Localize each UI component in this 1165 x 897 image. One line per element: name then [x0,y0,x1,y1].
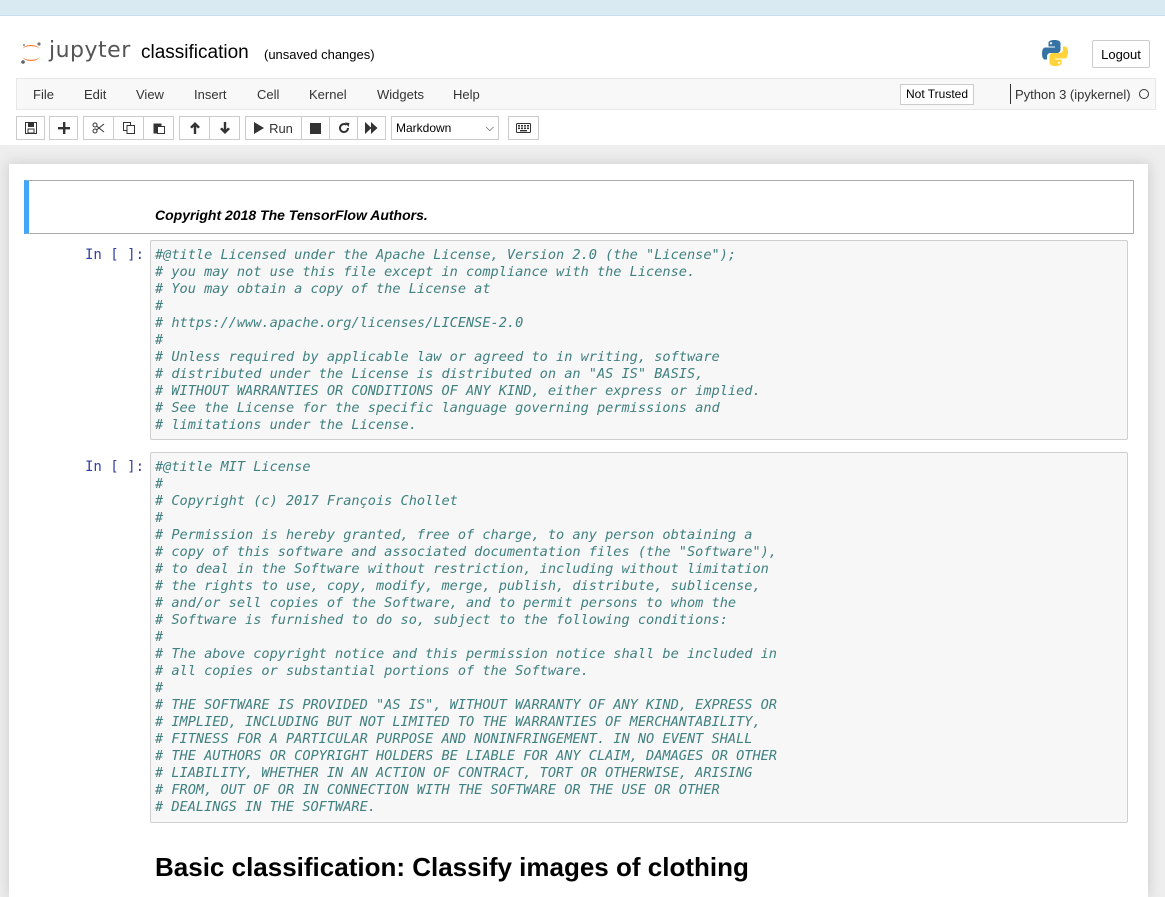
code-line: # [155,680,164,696]
menu-view[interactable]: View [136,87,164,102]
copy-icon [122,122,135,134]
code-line: #@title Licensed under the Apache Licens… [155,247,737,263]
menu-widgets[interactable]: Widgets [377,87,424,102]
code-line: # copy of this software and associated d… [155,544,777,560]
input-prompt: In [ ]: [85,459,145,475]
code-line: # DEALINGS IN THE SOFTWARE. [155,799,376,815]
save-button[interactable] [16,116,45,140]
code-line: # IMPLIED, INCLUDING BUT NOT LIMITED TO … [155,714,761,730]
code-line: # https://www.apache.org/licenses/LICENS… [155,315,524,331]
paste-icon [153,123,165,134]
chevron-down-icon: ⌵ [485,122,494,134]
run-button[interactable]: Run [245,116,302,140]
section-heading: Basic classification: Classify images of… [155,852,749,882]
code-line: # to deal in the Software without restri… [155,561,769,577]
cut-button[interactable] [83,116,114,140]
notebook-name[interactable]: classification [141,42,249,64]
cell-type-select[interactable]: Markdown ⌵ [391,116,499,140]
menu-cell[interactable]: Cell [257,87,279,102]
keyboard-icon [516,123,531,133]
menu-help[interactable]: Help [453,87,480,102]
play-icon [254,122,265,134]
arrow-down-icon [219,122,230,134]
restart-icon [338,122,349,134]
notebook-container: Copyright 2018 The TensorFlow Authors. I… [9,164,1148,897]
code-line: # [155,332,164,348]
code-line: # [155,510,164,526]
command-palette-button[interactable] [508,116,539,140]
cut-icon [92,122,105,134]
menubar: File Edit View Insert Cell Kernel Widget… [16,78,1156,110]
code-line: # The above copyright notice and this pe… [155,646,777,662]
restart-button[interactable] [329,116,358,140]
code-line: # FITNESS FOR A PARTICULAR PURPOSE AND N… [155,731,753,747]
arrow-up-icon [189,122,200,134]
menu-insert[interactable]: Insert [194,87,227,102]
jupyter-logo[interactable]: jupyter [19,38,131,68]
restart-run-all-button[interactable] [357,116,386,140]
code-line: # THE AUTHORS OR COPYRIGHT HOLDERS BE LI… [155,748,777,764]
stop-icon [310,122,321,134]
copyright-text: Copyright 2018 The TensorFlow Authors. [155,207,428,223]
plus-icon [57,122,70,134]
paste-button[interactable] [143,116,174,140]
code-line: # You may obtain a copy of the License a… [155,281,491,297]
move-up-button[interactable] [179,116,210,140]
insert-cell-button[interactable] [49,116,78,140]
code-line: # FROM, OUT OF OR IN CONNECTION WITH THE… [155,782,720,798]
code-line: # WITHOUT WARRANTIES OR CONDITIONS OF AN… [155,383,761,399]
run-label: Run [269,120,293,136]
code-cell-apache-license[interactable]: #@title Licensed under the Apache Licens… [150,240,1128,440]
notebook-header: jupyter classification (unsaved changes)… [0,16,1165,145]
code-line: # Software is furnished to do so, subjec… [155,612,728,628]
code-line: # distributed under the License is distr… [155,366,704,382]
code-line: # Permission is hereby granted, free of … [155,527,753,543]
kernel-name[interactable]: Python 3 (ipykernel) [1015,87,1131,102]
save-icon [24,122,37,134]
menu-kernel[interactable]: Kernel [309,87,347,102]
code-line: # limitations under the License. [155,417,417,433]
markdown-cell-selected[interactable]: Copyright 2018 The TensorFlow Authors. [24,180,1134,234]
logout-button[interactable]: Logout [1092,40,1150,68]
copy-button[interactable] [113,116,144,140]
menu-edit[interactable]: Edit [84,87,106,102]
code-line: # LIABILITY, WHETHER IN AN ACTION OF CON… [155,765,753,781]
python-logo-icon [1040,38,1070,68]
jupyter-logo-icon [21,42,41,64]
code-line: # and/or sell copies of the Software, an… [155,595,737,611]
code-line: # THE SOFTWARE IS PROVIDED "AS IS", WITH… [155,697,777,713]
save-status: (unsaved changes) [264,47,375,62]
code-line: # you may not use this file except in co… [155,264,696,280]
code-line: # [155,629,164,645]
cell-type-value: Markdown [396,121,452,135]
code-line: # all copies or substantial portions of … [155,663,589,679]
code-line: # the rights to use, copy, modify, merge… [155,578,761,594]
code-cell-mit-license[interactable]: #@title MIT License # # Copyright (c) 2017… [150,452,1128,823]
code-line: # [155,476,164,492]
input-prompt: In [ ]: [85,247,145,263]
kernel-separator [1010,84,1011,104]
code-line: # Unless required by applicable law or a… [155,349,720,365]
code-line: # See the License for the specific langu… [155,400,720,416]
code-line: # Copyright (c) 2017 François Chollet [155,493,458,509]
top-strip [0,0,1165,16]
interrupt-button[interactable] [301,116,330,140]
trust-status-button[interactable]: Not Trusted [900,84,975,105]
code-line: # [155,298,164,314]
move-down-button[interactable] [209,116,240,140]
kernel-idle-indicator [1139,89,1149,99]
code-line: #@title MIT License [155,459,311,475]
menu-file[interactable]: File [33,87,54,102]
fast-forward-icon [365,122,378,134]
logo-text: jupyter [49,38,131,63]
